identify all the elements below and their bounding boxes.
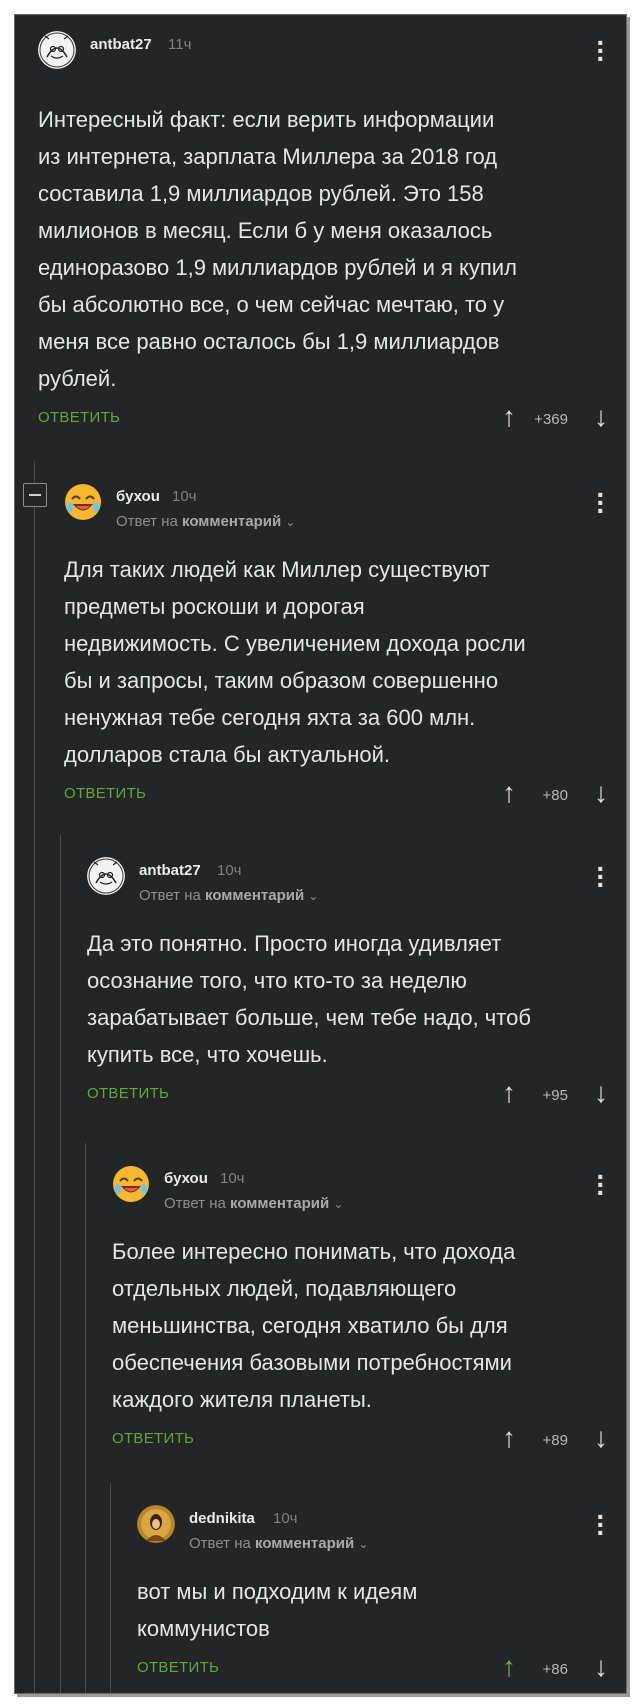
timestamp: 10ч [220,1170,245,1187]
comment: бухоu 10ч Ответ на комментарий ⌄ · · · Бол… [112,1163,626,1462]
username[interactable]: бухоu [164,1170,208,1187]
downvote-arrow-icon[interactable]: ↓ [594,777,608,809]
rating-score: +89 [542,1432,568,1449]
more-options-icon[interactable]: · · · [596,481,606,525]
rating-score: +369 [534,411,568,428]
comment: antbat27 11ч · · · Интересный факт: если в… [38,29,626,441]
laughing-emoji-avatar-icon[interactable] [64,483,102,521]
comment-footer: ОТВЕТИТЬ ↑ +89 ↓ [112,1422,626,1462]
reply-to-link[interactable]: Ответ на комментарий ⌄ [189,1535,368,1552]
thread-line-level-3[interactable] [85,1143,86,1693]
reply-button[interactable]: ОТВЕТИТЬ [38,409,120,426]
comments-screenshot: antbat27 11ч · · · Интересный факт: если в… [14,14,627,1694]
upvote-arrow-icon[interactable]: ↑ [502,777,516,809]
more-options-icon[interactable]: · · · [596,1163,606,1207]
comment-header: бухоu 10ч Ответ на комментарий ⌄ · · · [64,481,626,543]
more-options-icon[interactable]: · · · [596,855,606,899]
downvote-arrow-icon[interactable]: ↓ [594,1422,608,1454]
comment: бухоu 10ч Ответ на комментарий ⌄ · · · Для… [64,481,626,817]
reply-button[interactable]: ОТВЕТИТЬ [64,785,146,802]
comment-footer: ОТВЕТИТЬ ↑ +95 ↓ [87,1077,626,1117]
username[interactable]: antbat27 [139,862,201,879]
rating-score: +95 [542,1087,568,1104]
downvote-arrow-icon[interactable]: ↓ [594,1651,608,1683]
upvote-arrow-icon[interactable]: ↑ [502,1651,516,1683]
comment: dednikita 10ч Ответ на комментарий ⌄ · · ·… [137,1503,626,1691]
comment-text: Интересный факт: если верить информации и… [38,107,517,391]
comment-header: бухоu 10ч Ответ на комментарий ⌄ · · · [112,1163,626,1225]
chevron-down-icon: ⌄ [285,515,296,529]
timestamp: 11ч [168,36,192,53]
username[interactable]: antbat27 [90,36,152,53]
username[interactable]: бухоu [116,488,160,505]
downvote-arrow-icon[interactable]: ↓ [594,401,608,433]
reply-button[interactable]: ОТВЕТИТЬ [137,1659,219,1676]
comment-text: Для таких людей как Миллер существуют пре… [64,557,526,767]
reply-button[interactable]: ОТВЕТИТЬ [112,1430,194,1447]
rating-score: +80 [542,787,568,804]
downvote-arrow-icon[interactable]: ↓ [594,1077,608,1109]
portrait-avatar-icon[interactable] [137,1505,175,1543]
upvote-arrow-icon[interactable]: ↑ [502,1422,516,1454]
chevron-down-icon: ⌄ [308,889,319,903]
timestamp: 10ч [172,488,197,505]
cartoon-avatar-icon[interactable] [87,857,125,895]
comment-header: antbat27 11ч · · · [38,29,626,91]
rating-score: +86 [542,1661,568,1678]
comment-header: antbat27 10ч Ответ на комментарий ⌄ · · · [87,855,626,917]
thread-line-level-4[interactable] [110,1483,111,1693]
reply-button[interactable]: ОТВЕТИТЬ [87,1085,169,1102]
thread-line-level-1[interactable] [34,461,35,1693]
comment-footer: ОТВЕТИТЬ ↑ +80 ↓ [64,777,626,817]
chevron-down-icon: ⌄ [358,1537,369,1551]
timestamp: 10ч [273,1510,298,1527]
chevron-down-icon: ⌄ [333,1197,344,1211]
comment-text: вот мы и подходим к идеям коммунистов [137,1579,418,1641]
username[interactable]: dednikita [189,1510,255,1527]
comment-header: dednikita 10ч Ответ на комментарий ⌄ · · · [137,1503,626,1565]
more-options-icon[interactable]: · · · [596,29,606,73]
collapse-thread-button[interactable] [23,483,47,507]
timestamp: 10ч [217,862,242,879]
cartoon-avatar-icon[interactable] [38,31,76,69]
thread-line-level-2[interactable] [60,835,61,1693]
reply-to-link[interactable]: Ответ на комментарий ⌄ [164,1195,343,1212]
reply-to-link[interactable]: Ответ на комментарий ⌄ [116,513,295,530]
more-options-icon[interactable]: · · · [596,1503,606,1547]
comment-footer: ОТВЕТИТЬ ↑ +86 ↓ [137,1651,626,1691]
comment-footer: ОТВЕТИТЬ ↑ +369 ↓ [38,401,626,441]
comment-text: Более интересно понимать, что дохода отде… [112,1239,516,1412]
upvote-arrow-icon[interactable]: ↑ [502,1077,516,1109]
comment: antbat27 10ч Ответ на комментарий ⌄ · · · … [87,855,626,1117]
upvote-arrow-icon[interactable]: ↑ [502,401,516,433]
reply-to-link[interactable]: Ответ на комментарий ⌄ [139,887,318,904]
comment-text: Да это понятно. Просто иногда удивляет ос… [87,931,531,1067]
laughing-emoji-avatar-icon[interactable] [112,1165,150,1203]
